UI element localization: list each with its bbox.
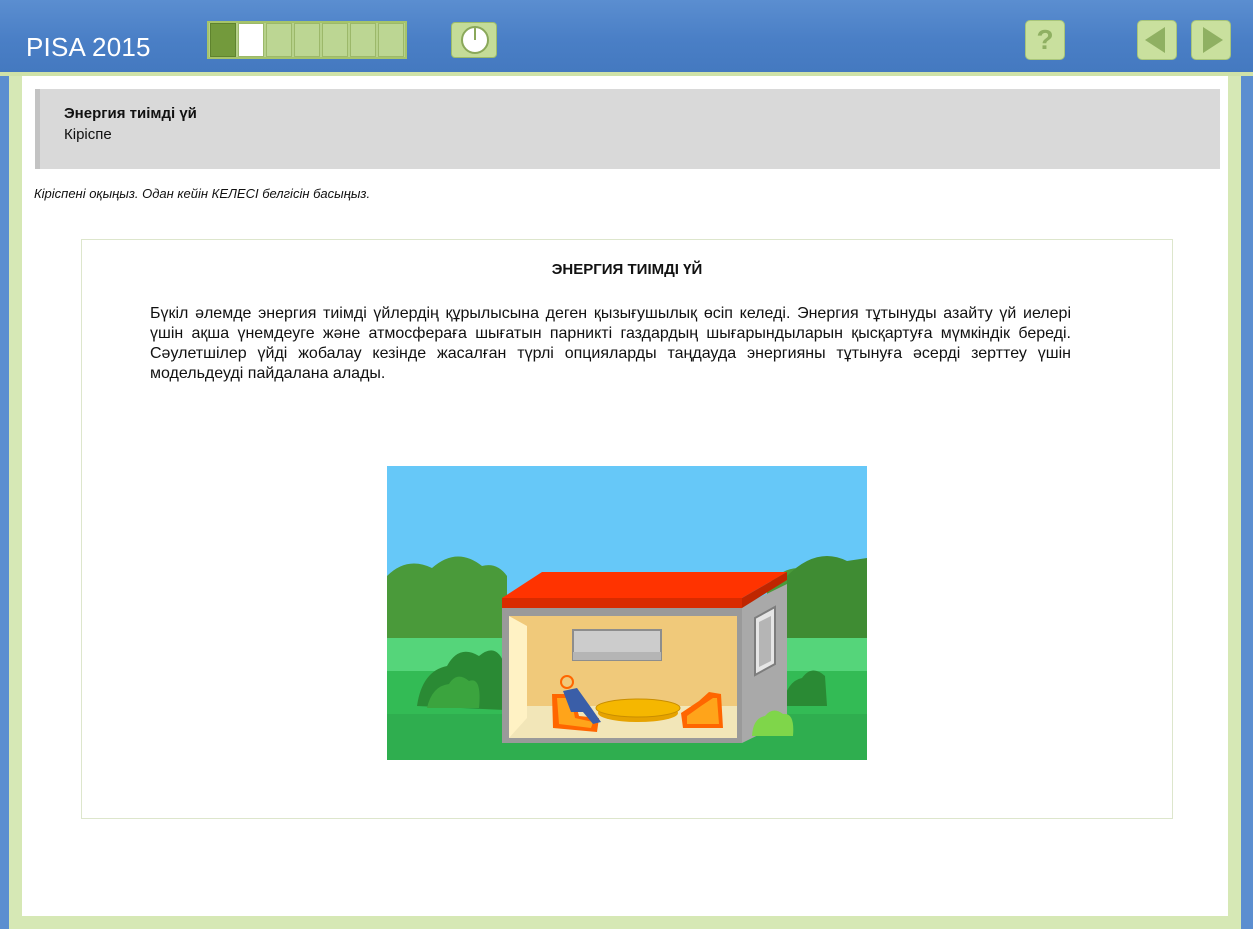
frame-left-margin	[9, 76, 22, 929]
stimulus-body: Бүкіл әлемде энергия тиімді үйлердің құр…	[150, 305, 1071, 382]
progress-step-5	[322, 23, 348, 57]
progress-step-6	[350, 23, 376, 57]
progress-step-2	[238, 23, 264, 57]
stimulus-panel: ЭНЕРГИЯ ТИІМДІ ҮЙ Бүкіл әлемде энергия т…	[81, 239, 1173, 819]
back-button[interactable]	[1137, 20, 1177, 60]
progress-step-4	[294, 23, 320, 57]
brand-label: PISA 2015	[26, 32, 151, 62]
stimulus-title: ЭНЕРГИЯ ТИІМДІ ҮЙ	[551, 261, 703, 278]
unit-subtitle: Кіріспе	[64, 126, 112, 143]
frame-left-border	[0, 76, 9, 929]
frame-right-border	[1241, 76, 1253, 929]
question-mark-icon: ?	[1036, 24, 1054, 55]
unit-title: Энергия тиімді үй	[64, 105, 197, 122]
unit-header: Энергия тиімді үй Кіріспе	[35, 89, 1220, 169]
house-illustration	[387, 466, 867, 760]
top-toolbar: PISA 2015 ?	[0, 0, 1253, 76]
timer-button[interactable]	[451, 22, 497, 58]
frame-bottom-margin	[9, 916, 1241, 929]
frame-right-margin	[1228, 76, 1241, 929]
next-button[interactable]	[1191, 20, 1231, 60]
clock-icon	[461, 26, 489, 54]
instruction-text: Кіріспені оқыңыз. Одан кейін КЕЛЕСІ белг…	[34, 186, 371, 201]
triangle-right-icon	[1203, 27, 1223, 53]
progress-step-3	[266, 23, 292, 57]
progress-bar	[207, 21, 407, 59]
help-button[interactable]: ?	[1025, 20, 1065, 60]
progress-step-7	[378, 23, 404, 57]
triangle-left-icon	[1145, 27, 1165, 53]
progress-step-1	[210, 23, 236, 57]
